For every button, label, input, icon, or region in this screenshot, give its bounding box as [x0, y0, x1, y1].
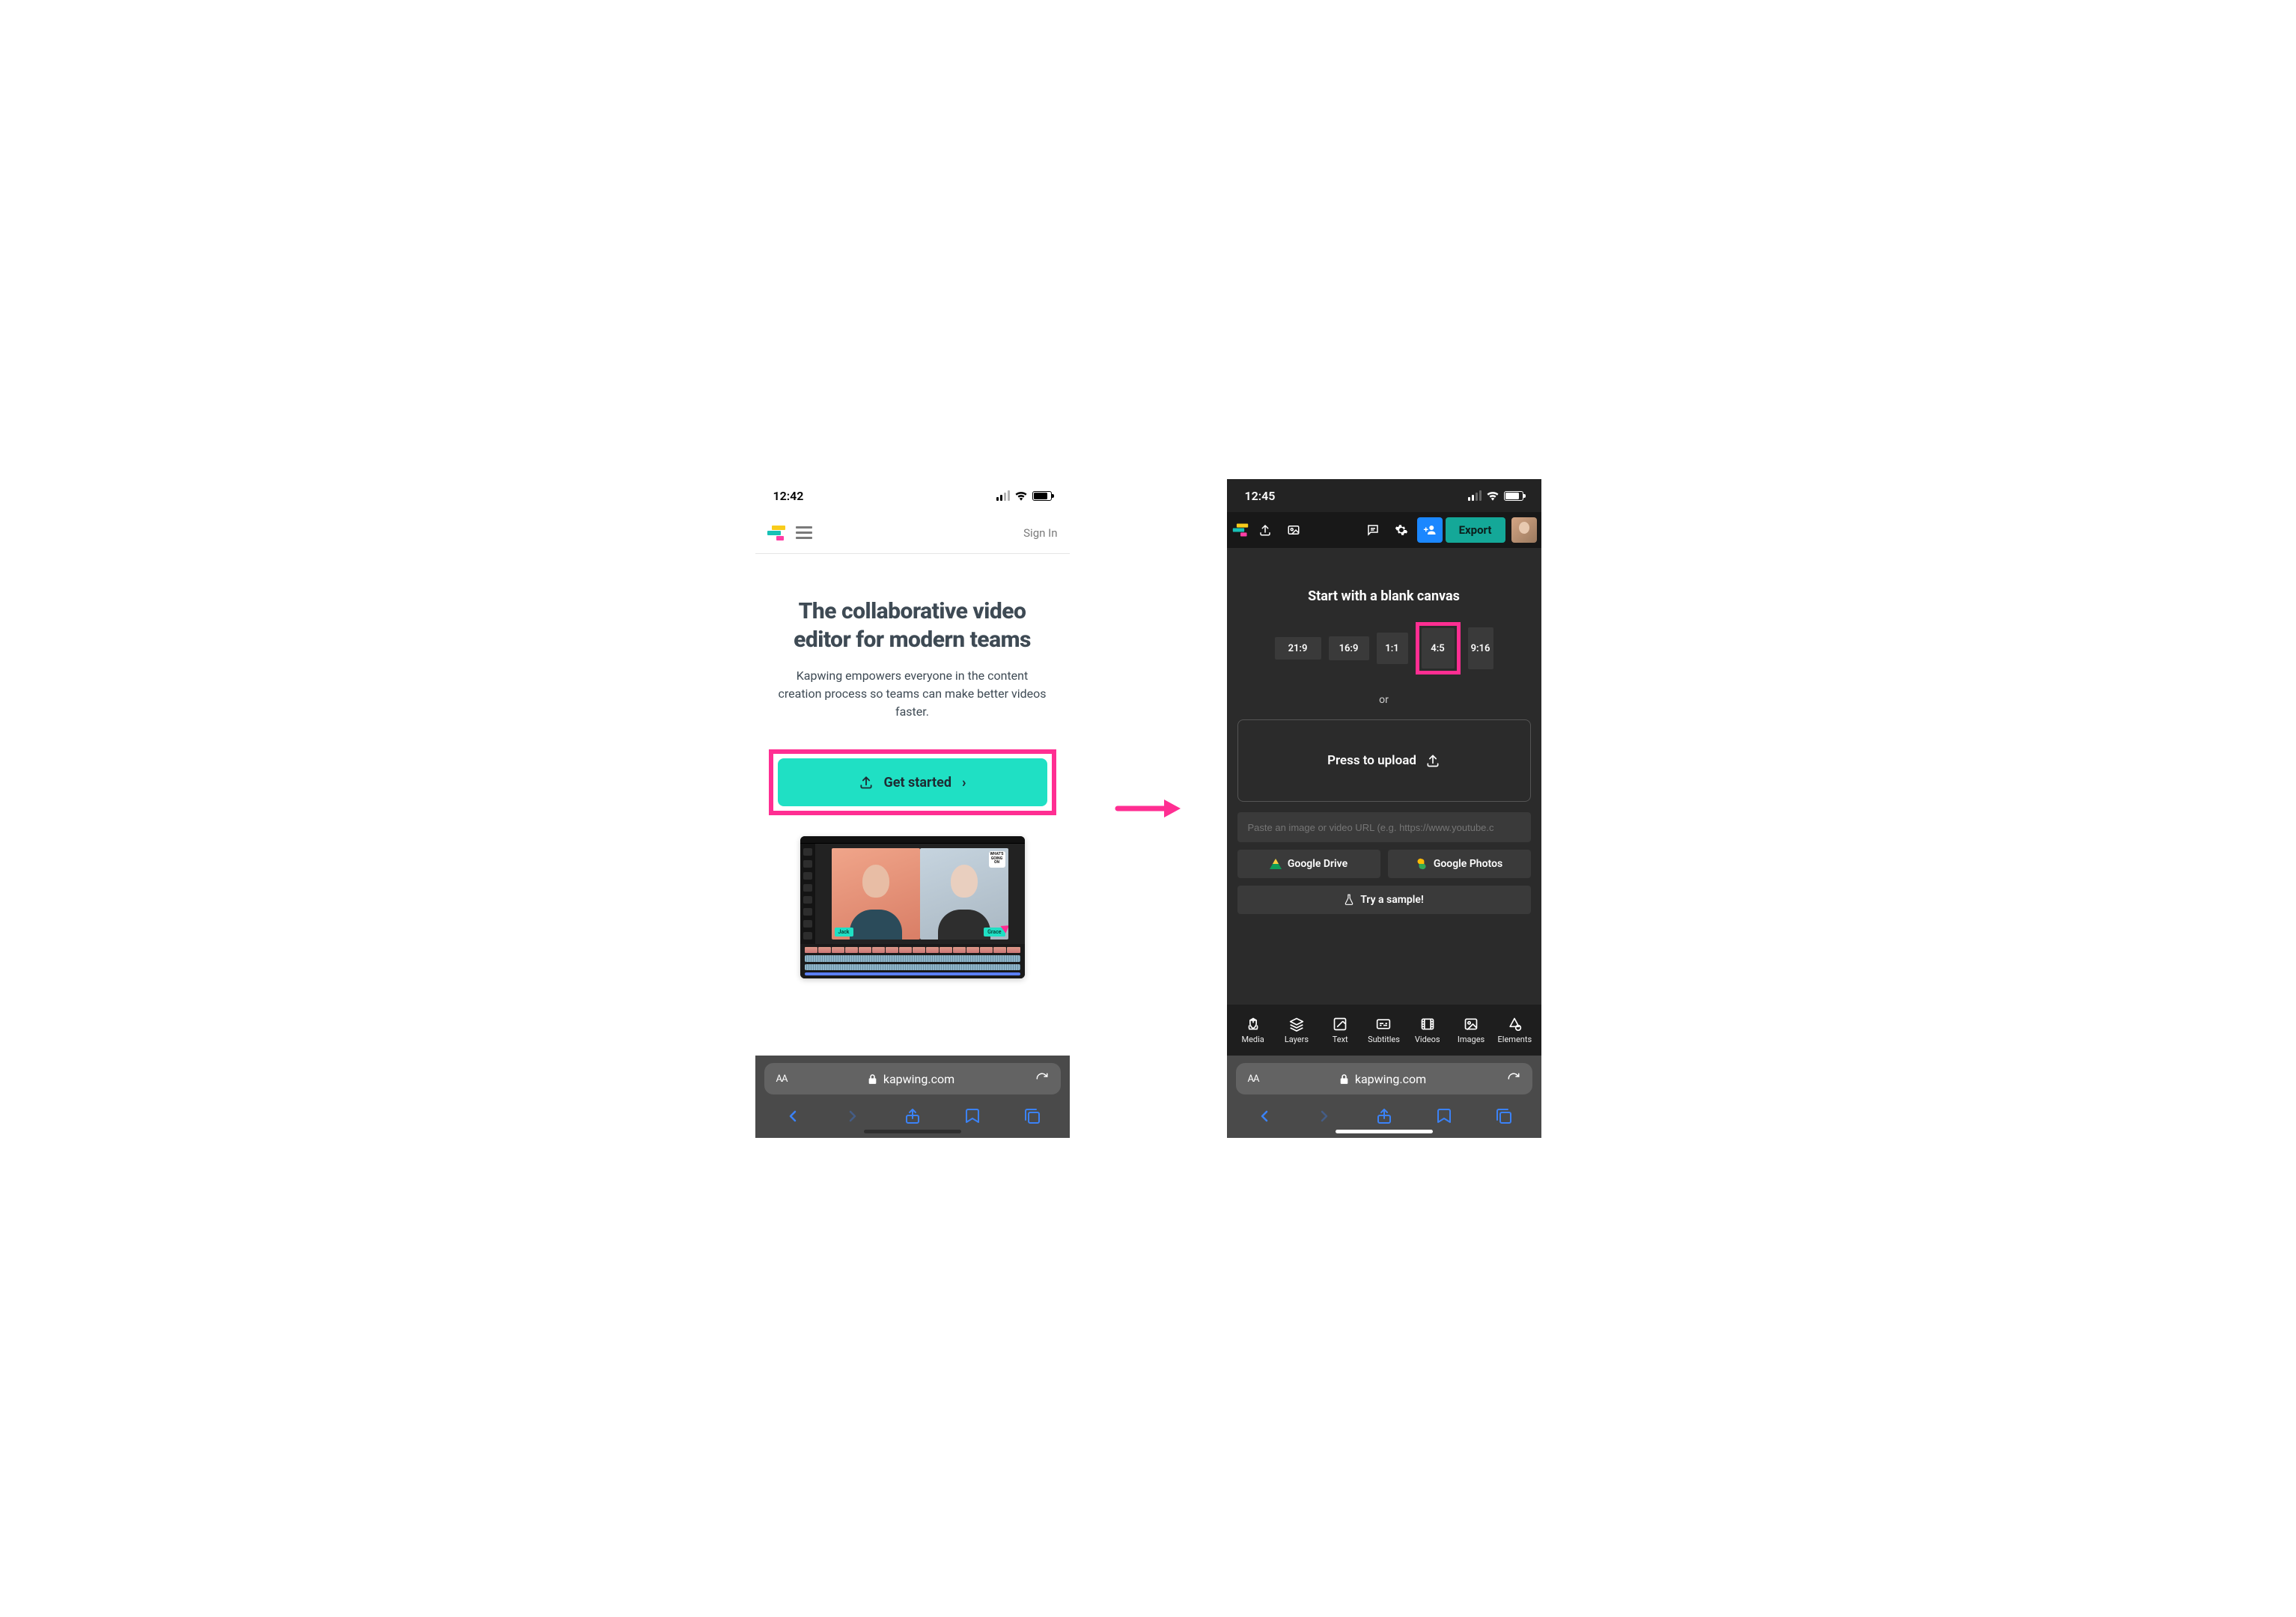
export-button[interactable]: Export [1446, 517, 1505, 543]
user-avatar[interactable] [1511, 517, 1537, 543]
comments-button[interactable] [1360, 517, 1386, 543]
upload-dropzone[interactable]: Press to upload [1237, 719, 1531, 802]
cellular-icon [1468, 490, 1482, 501]
bottom-tool-tabs: Media Layers Text Subtitles Videos Image… [1227, 1005, 1541, 1056]
tab-text[interactable]: Text [1318, 1017, 1362, 1044]
try-sample-button[interactable]: Try a sample! [1237, 886, 1531, 914]
settings-button[interactable] [1389, 517, 1414, 543]
media-panel-button[interactable] [1281, 517, 1306, 543]
home-indicator [864, 1130, 961, 1133]
safari-chrome: AA kapwing.com [1227, 1056, 1541, 1138]
tabs-icon[interactable] [1495, 1107, 1513, 1125]
wifi-icon [1486, 490, 1499, 501]
preview-corner-badge: WHAT'S GOING ON [989, 851, 1005, 868]
ratio-9-16[interactable]: 9:16 [1468, 627, 1493, 669]
invite-button[interactable] [1417, 517, 1443, 543]
preview-name-left: Jack [835, 928, 853, 937]
cta-highlight: Get started › [769, 749, 1056, 815]
tab-media[interactable]: Media [1231, 1017, 1275, 1044]
status-time: 12:42 [773, 489, 804, 503]
signin-link[interactable]: Sign In [1023, 526, 1057, 540]
bookmarks-icon[interactable] [1435, 1107, 1453, 1125]
site-header: Sign In [755, 512, 1070, 554]
ratio-highlight: 4:5 [1416, 622, 1461, 674]
nav-back-icon[interactable] [1255, 1107, 1273, 1125]
wifi-icon [1014, 490, 1028, 501]
home-indicator [1336, 1130, 1433, 1133]
status-bar: 12:42 [755, 479, 1070, 512]
or-divider: or [1379, 694, 1389, 706]
hero-heading: The collaborative video editor for moder… [769, 597, 1056, 654]
flask-icon [1344, 894, 1354, 906]
ratio-21-9[interactable]: 21:9 [1275, 637, 1321, 660]
status-bar: 12:45 [1227, 479, 1541, 512]
url-domain: kapwing.com [1355, 1072, 1426, 1086]
paste-url-input[interactable] [1237, 812, 1531, 842]
menu-icon[interactable] [796, 526, 812, 539]
hero-subheading: Kapwing empowers everyone in the content… [769, 667, 1056, 721]
tabs-icon[interactable] [1023, 1107, 1041, 1125]
editor-preview-image: Jack WHAT'S GOING ON Grace [800, 836, 1025, 978]
upload-icon [859, 775, 874, 790]
text-size-button[interactable]: AA [776, 1074, 788, 1085]
upload-icon [1425, 753, 1440, 768]
phone-editor: 12:45 Export Start with a blank canvas 2… [1227, 479, 1541, 1138]
flow-arrow [1115, 794, 1182, 823]
tab-images[interactable]: Images [1449, 1017, 1493, 1044]
cellular-icon [996, 490, 1010, 501]
share-icon[interactable] [904, 1107, 922, 1125]
upload-button[interactable] [1252, 517, 1278, 543]
ratio-4-5[interactable]: 4:5 [1422, 628, 1455, 669]
google-photos-button[interactable]: Google Photos [1388, 850, 1531, 878]
canvas-title: Start with a blank canvas [1308, 588, 1460, 604]
bookmarks-icon[interactable] [963, 1107, 981, 1125]
google-photos-icon [1416, 858, 1428, 870]
status-icons [1468, 490, 1523, 501]
chevron-right-icon: › [962, 775, 966, 791]
url-bar[interactable]: AA kapwing.com [764, 1063, 1061, 1094]
kapwing-logo[interactable] [1232, 524, 1247, 537]
ratio-1-1[interactable]: 1:1 [1377, 633, 1408, 664]
tab-elements[interactable]: Elements [1493, 1017, 1536, 1044]
ratio-16-9[interactable]: 16:9 [1329, 636, 1369, 660]
tab-subtitles[interactable]: Subtitles [1362, 1017, 1405, 1044]
editor-toolbar: Export [1227, 512, 1541, 548]
battery-icon [1504, 491, 1523, 501]
kapwing-logo[interactable] [767, 526, 785, 540]
text-size-button[interactable]: AA [1248, 1074, 1259, 1085]
aspect-ratio-row: 21:9 16:9 1:1 4:5 9:16 [1275, 622, 1493, 674]
nav-back-icon[interactable] [784, 1107, 802, 1125]
nav-forward-icon [844, 1107, 862, 1125]
refresh-icon[interactable] [1507, 1072, 1520, 1085]
safari-chrome: AA kapwing.com [755, 1056, 1070, 1138]
phone-landing: 12:42 Sign In The collaborative video ed… [755, 479, 1070, 1138]
url-domain: kapwing.com [883, 1072, 954, 1086]
google-drive-icon [1270, 859, 1282, 869]
refresh-icon[interactable] [1035, 1072, 1049, 1085]
cta-label: Get started [884, 775, 952, 791]
upload-label: Press to upload [1327, 753, 1416, 768]
lock-icon [868, 1074, 877, 1085]
lock-icon [1339, 1074, 1349, 1085]
google-drive-button[interactable]: Google Drive [1237, 850, 1380, 878]
tab-layers[interactable]: Layers [1275, 1017, 1318, 1044]
url-bar[interactable]: AA kapwing.com [1236, 1063, 1532, 1094]
share-icon[interactable] [1375, 1107, 1393, 1125]
tab-videos[interactable]: Videos [1406, 1017, 1449, 1044]
battery-icon [1032, 491, 1052, 501]
status-icons [996, 490, 1052, 501]
get-started-button[interactable]: Get started › [778, 758, 1047, 806]
status-time: 12:45 [1245, 489, 1276, 503]
nav-forward-icon [1315, 1107, 1333, 1125]
